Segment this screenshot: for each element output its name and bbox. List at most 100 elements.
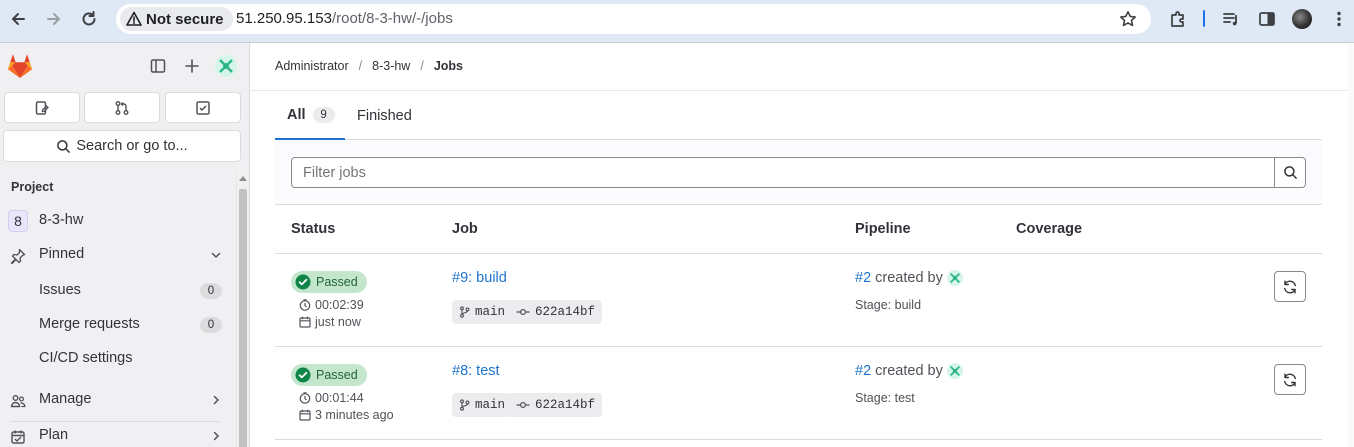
search-button[interactable]: Search or go to... bbox=[3, 130, 241, 162]
breadcrumb-separator: / bbox=[420, 59, 424, 73]
user-avatar-icon[interactable] bbox=[946, 270, 963, 286]
reload-icon[interactable] bbox=[78, 8, 100, 30]
pipeline-link[interactable]: #2 bbox=[855, 363, 871, 379]
filter-bar bbox=[275, 140, 1322, 205]
column-header-job: Job bbox=[452, 221, 478, 237]
tab-finished[interactable]: Finished bbox=[357, 91, 412, 140]
sidebar: Search or go to... Project 8 8-3-hw Pinn… bbox=[0, 43, 250, 447]
status-badge[interactable]: Passed bbox=[291, 271, 367, 293]
create-new-icon[interactable] bbox=[181, 55, 203, 77]
calendar-icon bbox=[9, 428, 27, 446]
sidebar-item-issues[interactable]: Issues 0 bbox=[0, 276, 236, 306]
url-host: 51.250.95.153 bbox=[236, 10, 332, 27]
job-link[interactable]: #9: build bbox=[452, 270, 507, 286]
tab-count-badge: 9 bbox=[312, 106, 335, 123]
finished-value: just now bbox=[315, 315, 361, 329]
merge-requests-button[interactable] bbox=[84, 92, 160, 123]
forward-icon[interactable] bbox=[43, 8, 65, 30]
check-circle-icon bbox=[295, 367, 311, 383]
column-header-pipeline: Pipeline bbox=[855, 221, 911, 237]
top-bar: Administrator / 8-3-hw / Jobs bbox=[251, 43, 1354, 91]
job-duration: 00:02:39 bbox=[299, 298, 364, 312]
toolbar-divider bbox=[1203, 10, 1205, 27]
chevron-down-icon bbox=[210, 249, 222, 261]
project-avatar: 8 bbox=[8, 210, 28, 232]
branch-icon bbox=[459, 306, 470, 318]
main-content: Administrator / 8-3-hw / Jobs All 9 Fini… bbox=[251, 43, 1354, 447]
scrollbar-thumb[interactable] bbox=[239, 189, 247, 447]
job-stage: Stage: test bbox=[855, 391, 915, 405]
back-icon[interactable] bbox=[7, 8, 29, 30]
calendar-icon bbox=[299, 409, 311, 421]
job-link[interactable]: #8: test bbox=[452, 363, 500, 379]
todo-list-button[interactable] bbox=[165, 92, 241, 123]
calendar-icon bbox=[299, 316, 311, 328]
breadcrumb-item[interactable]: 8-3-hw bbox=[372, 59, 410, 73]
finished-value: 3 minutes ago bbox=[315, 408, 394, 422]
count-badge: 0 bbox=[200, 317, 222, 333]
branch-chip[interactable]: main bbox=[452, 300, 513, 324]
breadcrumb-current[interactable]: Jobs bbox=[434, 59, 463, 73]
gitlab-logo[interactable] bbox=[6, 53, 34, 79]
sidebar-item-project[interactable]: 8 8-3-hw bbox=[0, 206, 236, 236]
commit-chip[interactable]: 622a14bf bbox=[509, 300, 603, 324]
breadcrumb-item[interactable]: Administrator bbox=[275, 59, 349, 73]
browser-menu-icon[interactable] bbox=[1328, 8, 1350, 30]
pipeline-info: #2 created by bbox=[855, 363, 963, 379]
warning-icon bbox=[126, 11, 142, 27]
address-bar[interactable]: Not secure 51.250.95.153/root/8-3-hw/-/j… bbox=[116, 4, 1151, 34]
security-label: Not secure bbox=[146, 10, 224, 28]
security-chip[interactable]: Not secure bbox=[120, 7, 233, 31]
status-badge[interactable]: Passed bbox=[291, 364, 367, 386]
extensions-icon[interactable] bbox=[1167, 8, 1189, 30]
browser-toolbar: Not secure 51.250.95.153/root/8-3-hw/-/j… bbox=[0, 0, 1354, 43]
sidebar-scrollbar[interactable] bbox=[236, 173, 248, 447]
table-row: Passed 00:02:39 just now #9: build main … bbox=[275, 254, 1322, 347]
filter-jobs-input[interactable] bbox=[291, 157, 1275, 188]
duration-value: 00:02:39 bbox=[315, 298, 364, 312]
branch-name: main bbox=[475, 398, 506, 412]
url-text: 51.250.95.153/root/8-3-hw/-/jobs bbox=[236, 10, 453, 27]
sidebar-item-merge-requests[interactable]: Merge requests 0 bbox=[0, 310, 236, 340]
sidebar-item-manage[interactable]: Manage bbox=[0, 385, 236, 415]
filter-search-button[interactable] bbox=[1274, 157, 1306, 188]
user-avatar-icon[interactable] bbox=[215, 55, 237, 77]
url-path: /root/8-3-hw/-/jobs bbox=[331, 10, 453, 27]
sidebar-item-label: 8-3-hw bbox=[39, 212, 84, 228]
table-header: Status Job Pipeline Coverage bbox=[275, 205, 1322, 254]
bookmark-star-icon[interactable] bbox=[1119, 10, 1137, 28]
sidebar-item-pinned[interactable]: Pinned bbox=[0, 240, 236, 270]
job-stage: Stage: build bbox=[855, 298, 922, 312]
job-finished-time: just now bbox=[299, 315, 361, 329]
retry-job-button[interactable] bbox=[1274, 271, 1306, 302]
sidebar-section-title: Project bbox=[11, 180, 54, 194]
sidebar-item-label: Pinned bbox=[39, 246, 85, 262]
retry-job-button[interactable] bbox=[1274, 364, 1306, 395]
commit-chip[interactable]: 622a14bf bbox=[509, 393, 603, 417]
sidebar-item-label: CI/CD settings bbox=[39, 350, 133, 366]
sidebar-item-plan[interactable]: Plan bbox=[0, 421, 236, 447]
main-scrollbar[interactable] bbox=[1348, 43, 1354, 447]
scroll-up-arrow-icon[interactable] bbox=[239, 176, 247, 181]
tab-label: All bbox=[287, 106, 306, 123]
media-queue-icon[interactable] bbox=[1220, 8, 1242, 30]
status-label: Passed bbox=[316, 368, 358, 382]
assigned-issues-button[interactable] bbox=[4, 92, 80, 123]
chevron-right-icon bbox=[210, 430, 222, 442]
users-icon bbox=[9, 392, 27, 410]
pipeline-link[interactable]: #2 bbox=[855, 270, 871, 286]
sidebar-item-label: Issues bbox=[39, 282, 81, 298]
branch-chip[interactable]: main bbox=[452, 393, 513, 417]
collapse-sidebar-icon[interactable] bbox=[147, 55, 169, 77]
check-circle-icon bbox=[295, 274, 311, 290]
tab-all[interactable]: All 9 bbox=[275, 91, 345, 140]
breadcrumb-separator: / bbox=[358, 59, 363, 73]
branch-icon bbox=[459, 399, 470, 411]
user-avatar-icon[interactable] bbox=[946, 363, 963, 379]
side-panel-icon[interactable] bbox=[1256, 8, 1278, 30]
chevron-right-icon bbox=[210, 394, 222, 406]
column-header-coverage: Coverage bbox=[1016, 221, 1083, 237]
clock-icon bbox=[299, 392, 311, 404]
sidebar-item-cicd-settings[interactable]: CI/CD settings bbox=[0, 344, 236, 374]
profile-avatar[interactable] bbox=[1292, 9, 1312, 29]
